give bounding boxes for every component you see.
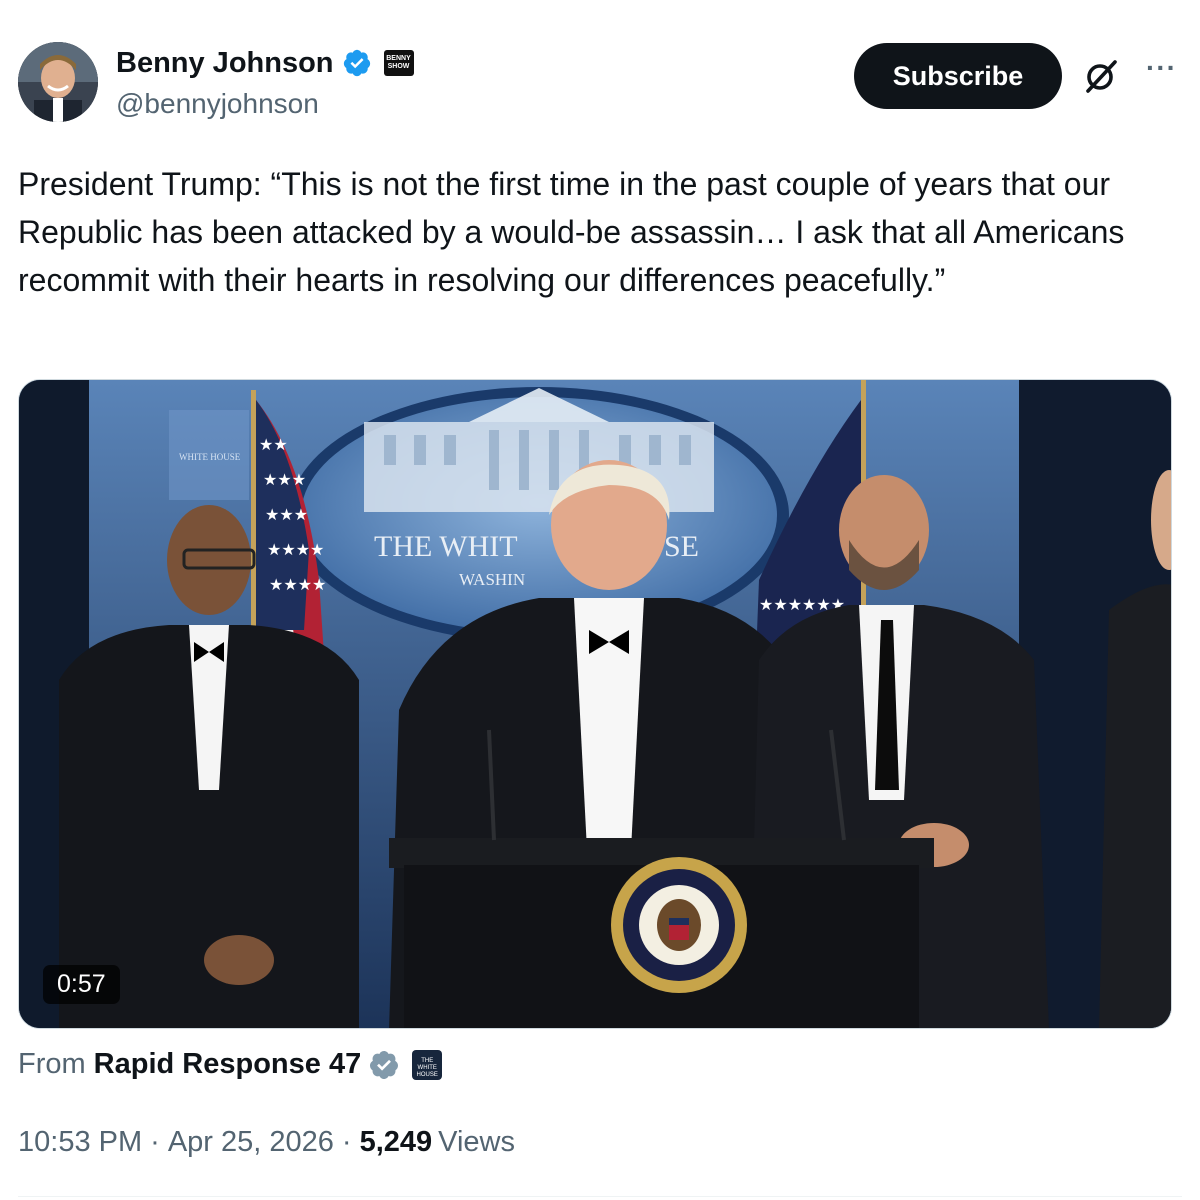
post-header: Benny Johnson BENNY SHOW @bennyjohnson S…: [18, 42, 1182, 126]
video-player[interactable]: WHITE HOUSE THE WHIT SE WASHIN ★★ ★★★ ★★★ ★…: [18, 379, 1172, 1029]
meta-separator: ·: [150, 1126, 160, 1158]
svg-text:★★★: ★★★: [263, 470, 306, 489]
author-avatar[interactable]: [18, 42, 98, 122]
author-display-name[interactable]: Benny Johnson: [116, 47, 334, 80]
more-icon[interactable]: ···: [1146, 54, 1180, 90]
source-name[interactable]: Rapid Response 47: [94, 1048, 362, 1081]
source-prefix: From: [18, 1048, 86, 1080]
svg-text:WHITE HOUSE: WHITE HOUSE: [179, 452, 241, 462]
backdrop-text: THE WHIT: [374, 530, 518, 563]
svg-text:★★★★: ★★★★: [269, 575, 326, 594]
post-date[interactable]: Apr 25, 2026: [168, 1126, 334, 1159]
author-handle[interactable]: @bennyjohnson: [116, 88, 414, 120]
divider: [18, 1196, 1182, 1197]
subscribe-button[interactable]: Subscribe: [854, 43, 1062, 109]
backdrop-text: SE: [664, 530, 699, 563]
views-label[interactable]: Views: [438, 1126, 515, 1159]
affiliate-badge-icon[interactable]: BENNY SHOW: [383, 50, 414, 76]
video-duration: 0:57: [43, 965, 120, 1004]
views-count[interactable]: 5,249: [360, 1126, 433, 1159]
media-source: From Rapid Response 47 THE WHITE HOUSE: [18, 1048, 443, 1081]
author-names: Benny Johnson BENNY SHOW @bennyjohnson: [116, 44, 414, 120]
post-text: President Trump: “This is not the first …: [18, 166, 1125, 298]
grok-icon[interactable]: [1082, 57, 1120, 95]
verified-government-icon[interactable]: [368, 1049, 400, 1081]
svg-text:★★: ★★: [259, 435, 288, 454]
post-meta: 10:53 PM · Apr 25, 2026 · 5,249 Views: [18, 1126, 515, 1159]
svg-text:★★★★: ★★★★: [267, 540, 324, 559]
backdrop-text: WASHIN: [459, 570, 525, 589]
meta-separator: ·: [341, 1126, 352, 1158]
post-time[interactable]: 10:53 PM: [18, 1126, 142, 1159]
video-thumbnail: WHITE HOUSE THE WHIT SE WASHIN ★★★★★★★★★…: [19, 380, 1171, 1028]
white-house-badge-icon[interactable]: THE WHITE HOUSE: [412, 1049, 443, 1080]
verified-badge-icon[interactable]: [342, 48, 372, 78]
svg-text:★★★: ★★★: [265, 505, 308, 524]
